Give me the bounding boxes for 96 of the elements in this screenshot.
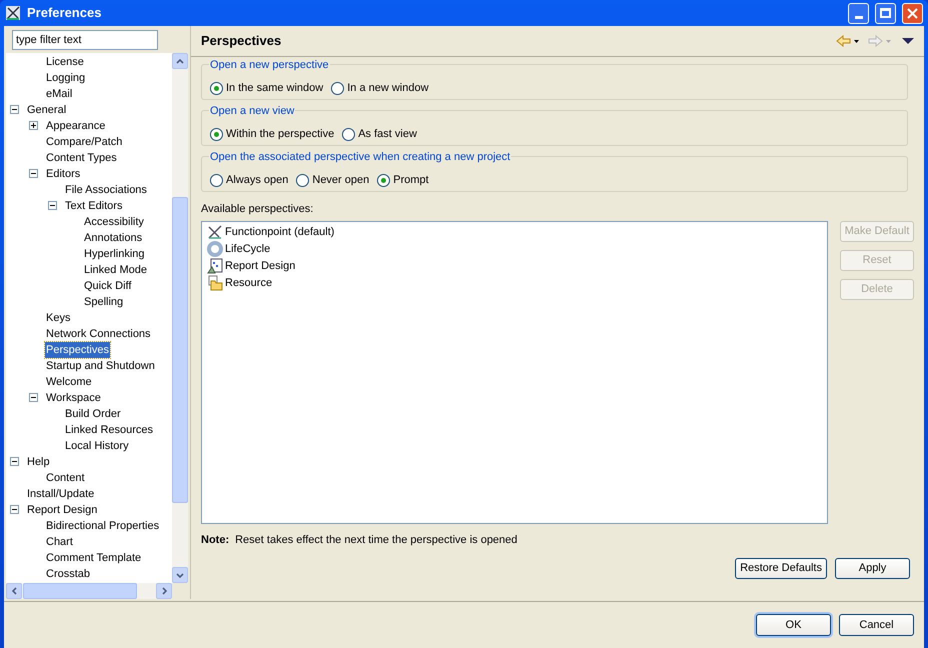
tree-item[interactable]: Local History <box>64 438 130 454</box>
scroll-up-button[interactable] <box>172 53 188 69</box>
scroll-right-button[interactable] <box>156 583 172 599</box>
scroll-thumb[interactable] <box>172 197 188 503</box>
tree-item[interactable]: Spelling <box>83 294 124 310</box>
tree-item[interactable]: Quick Diff <box>83 278 132 294</box>
collapse-icon[interactable] <box>10 105 19 114</box>
tree-item[interactable]: License <box>45 54 85 70</box>
tree-item[interactable]: Network Connections <box>45 326 152 342</box>
tree-item[interactable]: Appearance <box>45 118 106 134</box>
list-item[interactable]: Resource <box>225 274 272 292</box>
radio-option[interactable]: Always open <box>210 172 288 188</box>
maximize-button[interactable] <box>875 2 896 24</box>
tree-item[interactable]: Bidirectional Properties <box>45 518 160 534</box>
collapse-icon[interactable] <box>29 393 38 402</box>
close-icon <box>907 8 918 18</box>
radio-button[interactable] <box>377 174 390 186</box>
collapse-icon[interactable] <box>29 169 38 178</box>
tree-item[interactable]: General <box>26 102 68 118</box>
window-title: Preferences <box>27 4 102 22</box>
tree-item[interactable]: Workspace <box>45 390 102 406</box>
radio-option[interactable]: In the same window <box>210 80 324 96</box>
list-item[interactable]: LifeCycle <box>225 240 270 258</box>
radio-option[interactable]: As fast view <box>342 126 417 142</box>
tree-item[interactable]: Report Design <box>26 502 98 518</box>
close-button[interactable] <box>902 2 923 24</box>
perspective-list[interactable]: Functionpoint (default) LifeCycle Report Design Resource <box>201 220 828 524</box>
radio-button[interactable] <box>210 174 223 186</box>
collapse-icon[interactable] <box>10 457 19 466</box>
maximize-icon <box>880 8 891 18</box>
tree-item[interactable]: Compare/Patch <box>45 134 124 150</box>
radio-button[interactable] <box>331 82 344 94</box>
tree-item[interactable]: Welcome <box>45 374 93 390</box>
tree-item[interactable]: Crosstab <box>45 566 92 582</box>
dropdown-arrow-icon <box>902 38 914 44</box>
list-item[interactable]: Report Design <box>225 258 296 274</box>
tree-item[interactable]: Annotations <box>83 230 144 246</box>
tree-item[interactable]: Hyperlinking <box>83 246 146 262</box>
radio-option[interactable]: Within the perspective <box>210 126 334 142</box>
radio-button[interactable] <box>342 128 356 140</box>
forward-arrow-icon <box>868 35 892 47</box>
dialog-button[interactable]: Cancel <box>839 614 914 636</box>
scroll-thumb[interactable] <box>23 583 137 599</box>
tree-item[interactable]: Keys <box>45 310 72 326</box>
back-arrow-icon <box>836 35 860 47</box>
radio-button[interactable] <box>296 174 310 186</box>
page-title: Perspectives <box>201 32 282 50</box>
radio-option[interactable]: Prompt <box>377 172 429 188</box>
tree-item[interactable]: eMail <box>45 86 74 102</box>
tree-item[interactable]: Content <box>45 470 86 486</box>
ring-icon <box>207 241 223 257</box>
tree-item[interactable]: Build Order <box>64 406 122 422</box>
tree-item[interactable]: Editors <box>45 166 82 182</box>
tree-item[interactable]: Startup and Shutdown <box>45 358 156 374</box>
tree-item[interactable]: Content Types <box>45 150 118 166</box>
tree-item[interactable]: Logging <box>45 70 86 86</box>
group-title: Open a new view <box>209 103 296 120</box>
list-label: Available perspectives: <box>201 202 314 217</box>
collapse-icon[interactable] <box>10 505 19 514</box>
page-button[interactable]: Restore Defaults <box>735 558 827 579</box>
group-title: Open the associated perspective when creating a new project <box>209 149 512 166</box>
tree-item[interactable]: Accessibility <box>83 214 145 230</box>
tree-item[interactable]: Text Editors <box>64 198 124 214</box>
tree-item[interactable]: File Associations <box>64 182 148 198</box>
tree-item[interactable]: Comment Template <box>45 550 142 566</box>
app-icon <box>5 5 21 21</box>
folder-icon <box>207 275 223 291</box>
scroll-down-button[interactable] <box>172 567 188 583</box>
compass-ruler-icon <box>207 224 223 240</box>
minimize-icon <box>854 16 862 18</box>
menu-button[interactable] <box>902 38 914 44</box>
note-text: Reset takes effect the next time the perspective is opened <box>235 532 518 548</box>
scroll-left-button[interactable] <box>6 583 22 599</box>
tree-item[interactable]: Help <box>26 454 51 470</box>
back-button[interactable] <box>836 35 860 47</box>
report-icon <box>207 258 223 274</box>
note-label: Note: <box>201 532 230 548</box>
tree-item[interactable]: Linked Resources <box>64 422 154 438</box>
radio-button[interactable] <box>210 82 223 94</box>
group-title: Open a new perspective <box>209 57 330 74</box>
collapse-icon[interactable] <box>48 201 57 210</box>
filter-field[interactable]: type filter text <box>12 30 158 50</box>
radio-button[interactable] <box>210 128 223 140</box>
page-button[interactable]: Apply <box>835 558 910 579</box>
tree-item[interactable]: Install/Update <box>26 486 96 502</box>
horizontal-scrollbar[interactable] <box>6 583 172 599</box>
minimize-button[interactable] <box>848 2 869 24</box>
radio-option[interactable]: In a new window <box>331 80 429 96</box>
expand-icon[interactable] <box>29 121 38 130</box>
dialog-button[interactable]: OK <box>756 614 831 636</box>
vertical-scrollbar[interactable] <box>172 53 188 583</box>
tree-item[interactable]: Perspectives <box>45 342 110 358</box>
radio-option[interactable]: Never open <box>296 172 370 188</box>
tree-item[interactable]: Chart <box>45 534 74 550</box>
tree-item[interactable]: Linked Mode <box>83 262 148 278</box>
list-item[interactable]: Functionpoint (default) <box>225 224 334 240</box>
